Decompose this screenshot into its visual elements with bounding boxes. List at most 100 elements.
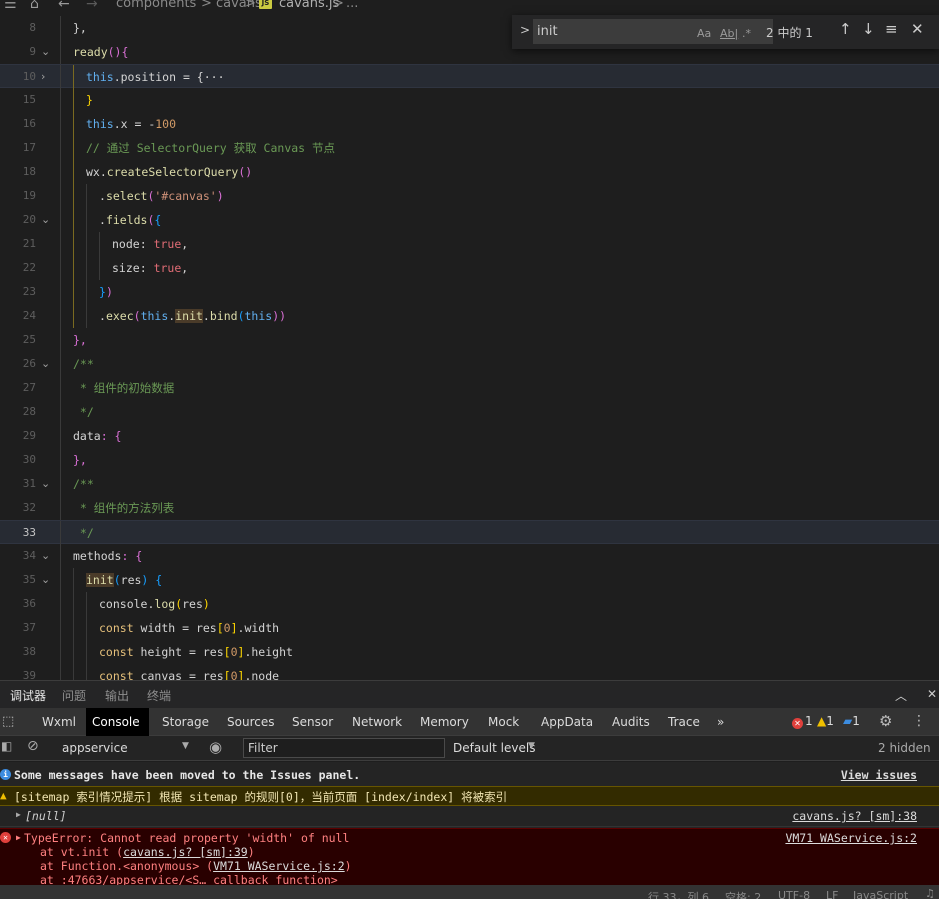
code-line: 18 wx.createSelectorQuery() (0, 160, 939, 184)
code-editor[interactable]: 8 }, 9 ⌄ ready(){ 10 › this.position = {… (0, 14, 939, 680)
tab-terminal[interactable]: 终端 (147, 687, 171, 704)
filter-input[interactable]: Filter (243, 738, 445, 758)
tab-debugger[interactable]: 调试器 (7, 687, 49, 710)
breadcrumb-more[interactable]: ... (346, 0, 358, 11)
line-number: 15 (22, 93, 36, 106)
fold-chevron-down-icon[interactable]: ⌄ (41, 352, 50, 376)
stack-link[interactable]: VM71 WAService.js:2 (213, 859, 345, 873)
line-number: 30 (22, 453, 36, 466)
breadcrumb-separator: > (245, 0, 256, 11)
error-count-badge[interactable]: ✕ 1 (792, 714, 813, 729)
settings-gear-icon[interactable]: ⚙ (879, 712, 892, 730)
language-mode[interactable]: JavaScript (853, 889, 908, 899)
live-expression-eye-icon[interactable]: ◉ (209, 738, 222, 756)
indent-guide (60, 232, 61, 256)
next-match-arrow-down-icon[interactable]: ↓ (862, 20, 875, 38)
back-arrow-icon[interactable]: ← (58, 0, 70, 12)
view-issues-link[interactable]: View issues (841, 768, 917, 782)
end-of-line[interactable]: LF (826, 889, 838, 899)
more-tabs-chevron-icon[interactable]: » (711, 708, 730, 736)
expand-triangle-icon[interactable]: ▶ (16, 833, 21, 842)
previous-match-arrow-up-icon[interactable]: ↑ (839, 20, 852, 38)
breadcrumb-components[interactable]: components (116, 0, 196, 11)
tab-appdata[interactable]: AppData (535, 708, 599, 736)
fold-chevron-down-icon[interactable]: ⌄ (41, 208, 50, 232)
source-link[interactable]: VM71 WAService.js:2 (785, 831, 917, 845)
indent-guide (73, 280, 74, 304)
error-icon: ✕ (792, 718, 803, 729)
code-text: }, (73, 453, 87, 467)
collapse-panel-chevron-up-icon[interactable]: ︿ (895, 687, 907, 704)
stack-link[interactable]: cavans.js? [sm]:39 (123, 845, 248, 859)
context-dropdown-caret-icon[interactable]: ▼ (182, 741, 189, 751)
tab-sources[interactable]: Sources (221, 708, 280, 736)
panel-tabbar: 调试器 问题 输出 终端 ︿ ✕ (0, 680, 939, 710)
tab-audits[interactable]: Audits (606, 708, 656, 736)
find-input[interactable]: init Aa Ab| .* (533, 19, 773, 44)
info-icon: ▰ (843, 714, 853, 728)
tab-storage[interactable]: Storage (156, 708, 215, 736)
indent-guide (86, 232, 87, 256)
bookmark-icon[interactable]: ⌂ (30, 0, 39, 12)
match-whole-word-icon[interactable]: Ab| (720, 27, 738, 40)
code-line: 29 data: { (0, 424, 939, 448)
fold-chevron-down-icon[interactable]: ⌄ (41, 40, 50, 64)
code-text: this.position = {··· (86, 70, 225, 84)
fold-chevron-down-icon[interactable]: ⌄ (41, 544, 50, 568)
levels-dropdown-caret-icon[interactable]: ▼ (528, 741, 535, 751)
tab-mock[interactable]: Mock (482, 708, 525, 736)
indent-guide (60, 65, 61, 89)
fold-chevron-down-icon[interactable]: ⌄ (41, 568, 50, 592)
line-number: 25 (22, 333, 36, 346)
cursor-position[interactable]: 行 33，列 6 (648, 889, 709, 899)
info-count-badge[interactable]: ▰1 (843, 714, 860, 728)
indent-guide (60, 664, 61, 680)
close-find-icon[interactable]: ✕ (911, 20, 924, 38)
line-number: 26 (22, 357, 36, 370)
indent-guide (60, 88, 61, 112)
menu-icon[interactable]: ☰ (4, 0, 17, 12)
indent-guide (60, 40, 61, 64)
more-options-icon[interactable]: ⋮ (912, 713, 926, 729)
tab-wxml[interactable]: Wxml (36, 708, 82, 736)
close-panel-icon[interactable]: ✕ (927, 687, 937, 701)
fold-chevron-down-icon[interactable]: ⌄ (41, 472, 50, 496)
indent-guide (86, 256, 87, 280)
tab-console[interactable]: Console (86, 708, 149, 736)
clear-console-icon[interactable]: ⊘ (27, 738, 39, 754)
encoding[interactable]: UTF-8 (778, 889, 810, 899)
regex-icon[interactable]: .* (742, 27, 751, 40)
notifications-bell-icon[interactable]: ♫ (925, 887, 935, 899)
code-text: }, (73, 333, 87, 347)
sidebar-toggle-icon[interactable]: ◧ (1, 739, 12, 753)
tab-memory[interactable]: Memory (414, 708, 475, 736)
indent-guide (60, 352, 61, 376)
fold-chevron-right-icon[interactable]: › (41, 65, 45, 89)
tab-problems[interactable]: 问题 (62, 687, 86, 704)
find-in-selection-icon[interactable]: ≡ (885, 20, 898, 38)
inspect-element-icon[interactable]: ⬚ (2, 714, 14, 729)
expand-triangle-icon[interactable]: ▶ (16, 810, 21, 819)
log-levels-dropdown[interactable]: Default levels (453, 741, 535, 755)
code-text: methods: { (73, 549, 143, 563)
breadcrumb-file[interactable]: cavans.js (279, 0, 339, 11)
match-case-icon[interactable]: Aa (697, 27, 711, 40)
code-text: const width = res[0].width (99, 621, 280, 635)
indentation[interactable]: 空格: 2 (725, 889, 761, 899)
indent-guide (60, 16, 61, 40)
toggle-replace-chevron-icon[interactable]: > (520, 23, 530, 37)
tab-trace[interactable]: Trace (662, 708, 706, 736)
console-log-message[interactable]: ▶ [null] cavans.js? [sm]:38 (0, 807, 939, 827)
code-text: /** (73, 477, 94, 491)
tab-output[interactable]: 输出 (105, 687, 129, 704)
forward-arrow-icon[interactable]: → (86, 0, 98, 12)
context-select[interactable]: appservice (62, 741, 128, 755)
source-link[interactable]: cavans.js? [sm]:38 (792, 809, 917, 823)
warning-count-badge[interactable]: ▲1 (817, 714, 834, 728)
find-widget: > init Aa Ab| .* 2 中的 1 ↑ ↓ ≡ ✕ (512, 15, 939, 49)
tab-sensor[interactable]: Sensor (286, 708, 339, 736)
indent-guide (73, 88, 74, 112)
indent-guide (73, 568, 74, 592)
tab-network[interactable]: Network (346, 708, 408, 736)
line-number: 33 (22, 526, 36, 539)
